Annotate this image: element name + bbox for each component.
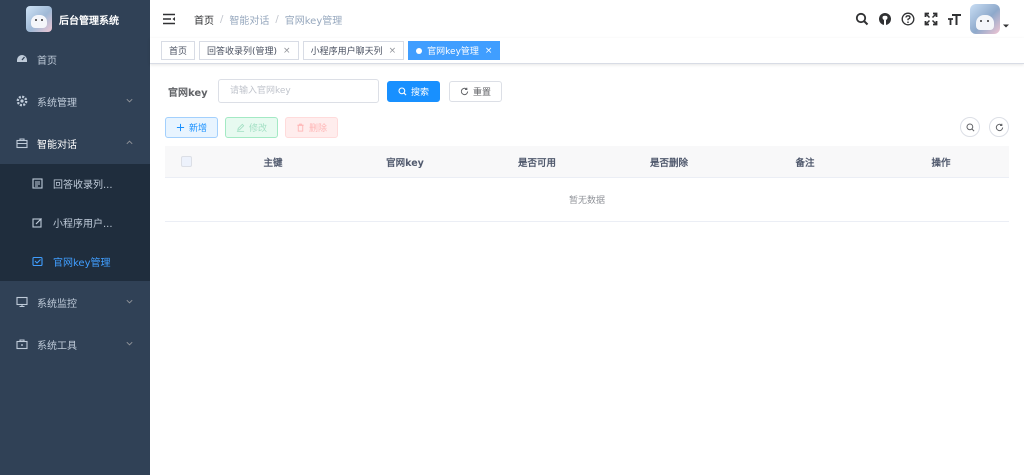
navbar: 首页 / 智能对话 / 官网key管理 xyxy=(150,0,1024,38)
sidebar-item-label: 系统监控 xyxy=(37,298,77,310)
tool-icon xyxy=(16,338,28,350)
refresh-icon xyxy=(995,123,1003,131)
briefcase-icon xyxy=(16,137,28,149)
avatar[interactable] xyxy=(970,4,1000,34)
search-icon xyxy=(398,86,407,95)
fullscreen-icon[interactable] xyxy=(923,11,939,27)
font-size-icon[interactable] xyxy=(946,11,962,27)
column-header: 操作 xyxy=(931,157,951,169)
tag-label: 回答收录列(管理) xyxy=(207,47,278,57)
chevron-down-icon xyxy=(126,98,133,103)
delete-icon xyxy=(297,123,304,132)
sidebar-item-key-manage[interactable]: 官网key管理 xyxy=(0,242,150,281)
caret-down-icon[interactable] xyxy=(1002,22,1010,30)
tag-miniapp-chat[interactable]: 小程序用户聊天列 × xyxy=(302,41,405,60)
sidebar-item-system[interactable]: 系统管理 xyxy=(0,80,150,122)
key-search-input[interactable] xyxy=(218,79,379,103)
sidebar-item-monitor[interactable]: 系统监控 xyxy=(0,281,150,323)
tag-answer-list[interactable]: 回答收录列(管理) × xyxy=(199,41,299,60)
column-header: 是否删除 xyxy=(649,157,688,169)
breadcrumb-separator: / xyxy=(220,14,224,25)
data-table: 主键 官网key 是否可用 是否删除 备注 操作 暂无数据 xyxy=(165,146,1009,222)
tag-home[interactable]: 首页 xyxy=(161,41,196,60)
search-button[interactable]: 搜索 xyxy=(387,80,441,102)
breadcrumb-current: 官网key管理 xyxy=(284,16,343,27)
sidebar-item-label: 智能对话 xyxy=(37,139,77,151)
question-icon[interactable] xyxy=(900,11,916,27)
sidebar: 后台管理系统 首页 系统管理 智能对话 回答收录列... 小程序用户... 官网… xyxy=(0,0,150,475)
sidebar-item-label: 官网key管理 xyxy=(53,258,111,269)
tags-view: 首页 回答收录列(管理) × 小程序用户聊天列 × 官网key管理 × xyxy=(150,38,1024,64)
breadcrumb-chat: 智能对话 xyxy=(229,16,270,27)
tag-label: 首页 xyxy=(169,47,188,57)
reset-button[interactable]: 重置 xyxy=(449,80,503,102)
right-menu xyxy=(847,4,1010,34)
table-header: 主键 官网key 是否可用 是否删除 备注 操作 xyxy=(165,146,1009,178)
dashboard-icon xyxy=(16,53,28,65)
table-tools xyxy=(951,117,1009,137)
breadcrumb: 首页 / 智能对话 / 官网key管理 xyxy=(194,12,342,27)
system-gear-icon xyxy=(16,95,28,107)
sidebar-item-miniapp-users[interactable]: 小程序用户... xyxy=(0,203,150,242)
close-icon[interactable]: × xyxy=(283,46,291,56)
sidebar-item-chat[interactable]: 智能对话 xyxy=(0,122,150,164)
edit-button-label: 修改 xyxy=(249,123,268,133)
checkbox-icon xyxy=(32,256,43,267)
add-button[interactable]: 新增 xyxy=(165,117,219,138)
toggle-search-button[interactable] xyxy=(960,117,980,137)
logo[interactable]: 后台管理系统 xyxy=(0,0,150,38)
edit-button[interactable]: 修改 xyxy=(225,117,279,138)
search-form: 官网key 搜索 重置 xyxy=(165,79,1009,103)
hamburger-icon[interactable] xyxy=(162,12,176,26)
sidebar-item-home[interactable]: 首页 xyxy=(0,38,150,80)
toolbar: 新增 修改 删除 xyxy=(165,117,1009,138)
column-header: 主键 xyxy=(263,157,283,169)
delete-button[interactable]: 删除 xyxy=(285,117,339,138)
edit-icon xyxy=(236,123,245,132)
chevron-up-icon xyxy=(126,140,133,145)
column-header: 官网key xyxy=(386,157,424,169)
sidebar-item-label: 系统管理 xyxy=(37,97,77,109)
breadcrumb-separator: / xyxy=(275,14,279,25)
active-dot-icon xyxy=(416,47,423,54)
sidebar-item-label: 回答收录列... xyxy=(53,180,113,191)
sidebar-item-label: 小程序用户... xyxy=(53,219,113,230)
search-button-label: 搜索 xyxy=(411,86,430,97)
edit-icon xyxy=(32,217,43,228)
plus-icon xyxy=(176,123,185,132)
tag-key-manage[interactable]: 官网key管理 × xyxy=(408,41,501,60)
add-button-label: 新增 xyxy=(189,123,208,133)
tag-label: 小程序用户聊天列 xyxy=(310,47,383,57)
app-title: 后台管理系统 xyxy=(59,15,119,27)
refresh-button[interactable] xyxy=(989,117,1009,137)
breadcrumb-home[interactable]: 首页 xyxy=(194,12,214,27)
empty-state: 暂无数据 xyxy=(165,178,1009,222)
github-icon[interactable] xyxy=(877,11,893,27)
monitor-icon xyxy=(16,296,28,308)
sidebar-item-tools[interactable]: 系统工具 xyxy=(0,323,150,365)
sidebar-item-label: 首页 xyxy=(37,55,57,67)
logo-image xyxy=(26,6,52,32)
select-all-cell xyxy=(165,156,207,167)
sidebar-item-label: 系统工具 xyxy=(37,340,77,352)
main-content: 官网key 搜索 重置 新增 修改 删除 xyxy=(150,64,1024,475)
search-icon xyxy=(965,122,974,131)
tag-label: 官网key管理 xyxy=(427,47,479,57)
delete-button-label: 删除 xyxy=(309,123,328,133)
column-header: 是否可用 xyxy=(517,157,556,169)
reset-button-label: 重置 xyxy=(473,86,492,97)
submenu-chat: 回答收录列... 小程序用户... 官网key管理 xyxy=(0,164,150,281)
close-icon[interactable]: × xyxy=(389,46,397,56)
search-icon[interactable] xyxy=(854,11,870,27)
chevron-down-icon xyxy=(126,299,133,304)
select-all-checkbox[interactable] xyxy=(180,156,192,167)
sidebar-item-answer-list[interactable]: 回答收录列... xyxy=(0,164,150,203)
key-label: 官网key xyxy=(168,87,208,99)
close-icon[interactable]: × xyxy=(485,46,493,56)
chevron-down-icon xyxy=(126,341,133,346)
refresh-icon xyxy=(460,87,469,95)
column-header: 备注 xyxy=(795,157,815,169)
list-icon xyxy=(32,178,43,189)
